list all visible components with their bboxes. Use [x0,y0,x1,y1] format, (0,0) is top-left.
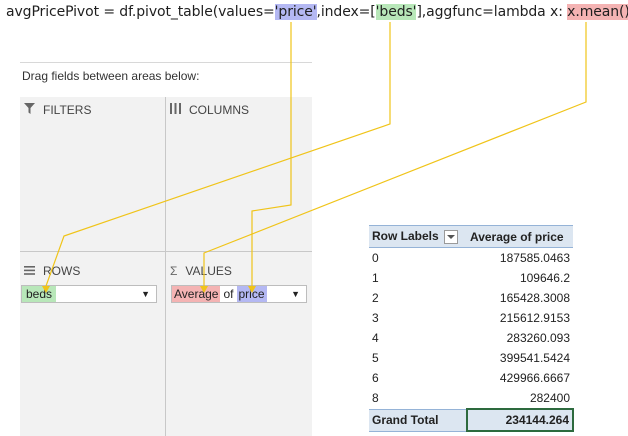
row-label: 3 [372,311,379,325]
pivot-field-pane: Drag fields between areas below: FILTERS… [20,62,312,436]
row-labels-header: Row Labels [369,225,467,248]
row-value: 429966.6667 [499,371,570,385]
values-arg: 'price' [274,4,317,20]
row-label: 8 [372,391,379,406]
grand-total-label: Grand Total [369,408,467,432]
table-row: 2 165428.3008 [369,288,573,308]
values-field-agg: Average [172,286,221,302]
row-value: 399541.5424 [499,351,570,365]
values-header: Σ VALUES [170,264,232,278]
row-label: 5 [372,351,379,365]
values-field-name: price [236,286,267,302]
filter-dropdown-icon[interactable] [444,229,459,244]
code-mid1: ,index=[ [316,4,376,20]
table-row: 1 109646.2 [369,268,573,288]
pivot-table: Row Labels Average of price 0 187585.0463… [369,225,575,432]
pane-instruction: Drag fields between areas below: [22,69,200,83]
rows-header: ROWS [24,264,80,278]
row-value: 283260.093 [506,331,570,345]
row-label: 2 [372,291,379,305]
aggfunc-arg: x.mean() [567,4,628,20]
code-prefix: avgPricePivot = df.pivot_table(values= [6,4,275,20]
row-label: 1 [372,271,379,285]
table-row: 6 429966.6667 [369,368,573,388]
sigma-icon: Σ [170,264,178,278]
row-value: 282400 [529,391,570,405]
row-value: 215612.9153 [499,311,570,325]
rows-icon [24,264,35,278]
filter-funnel-icon [24,103,35,117]
filters-header: FILTERS [24,103,91,117]
grand-total-row: Grand Total 234144.264 [369,408,575,432]
table-row: 0 187585.0463 [369,248,573,269]
area-divider-vertical [165,97,166,436]
row-value: 165428.3008 [499,291,570,305]
rows-field-beds[interactable]: beds ▼ [21,285,157,303]
row-label: 4 [372,331,379,345]
table-row: 8 282400 [369,388,573,409]
row-value: 109646.2 [519,271,570,285]
columns-area[interactable]: COLUMNS [166,97,312,251]
row-value: 187585.0463 [499,251,570,265]
values-field-of: of [223,287,234,301]
average-price-header: Average of price [466,225,573,248]
values-area[interactable]: Σ VALUES Average of price ▼ [166,252,312,436]
rows-field-label: beds [22,286,57,302]
columns-label: COLUMNS [189,103,250,117]
index-arg: 'beds' [375,4,417,20]
columns-header: COLUMNS [170,103,249,117]
table-row: 3 215612.9153 [369,308,573,328]
values-field-price[interactable]: Average of price ▼ [171,285,307,303]
table-row: 5 399541.5424 [369,348,573,368]
row-labels-header-text: Row Labels [372,229,439,244]
pivot-header-row: Row Labels Average of price [369,225,573,248]
grand-total-value[interactable]: 234144.264 [465,408,575,432]
columns-icon [170,103,181,117]
area-divider-horizontal [20,251,312,252]
row-label: 6 [372,371,379,385]
rows-label: ROWS [43,264,81,278]
values-label: VALUES [185,264,232,278]
chevron-down-icon[interactable]: ▼ [291,286,300,302]
table-row: 4 283260.093 [369,328,573,348]
row-label: 0 [372,251,379,265]
filters-label: FILTERS [43,103,92,117]
rows-area[interactable]: ROWS beds ▼ [20,252,165,436]
code-mid2: ],aggfunc=lambda x: [416,4,568,20]
code-line: avgPricePivot = df.pivot_table(values='p… [6,4,628,20]
filters-area[interactable]: FILTERS [20,97,165,251]
chevron-down-icon[interactable]: ▼ [141,286,150,302]
